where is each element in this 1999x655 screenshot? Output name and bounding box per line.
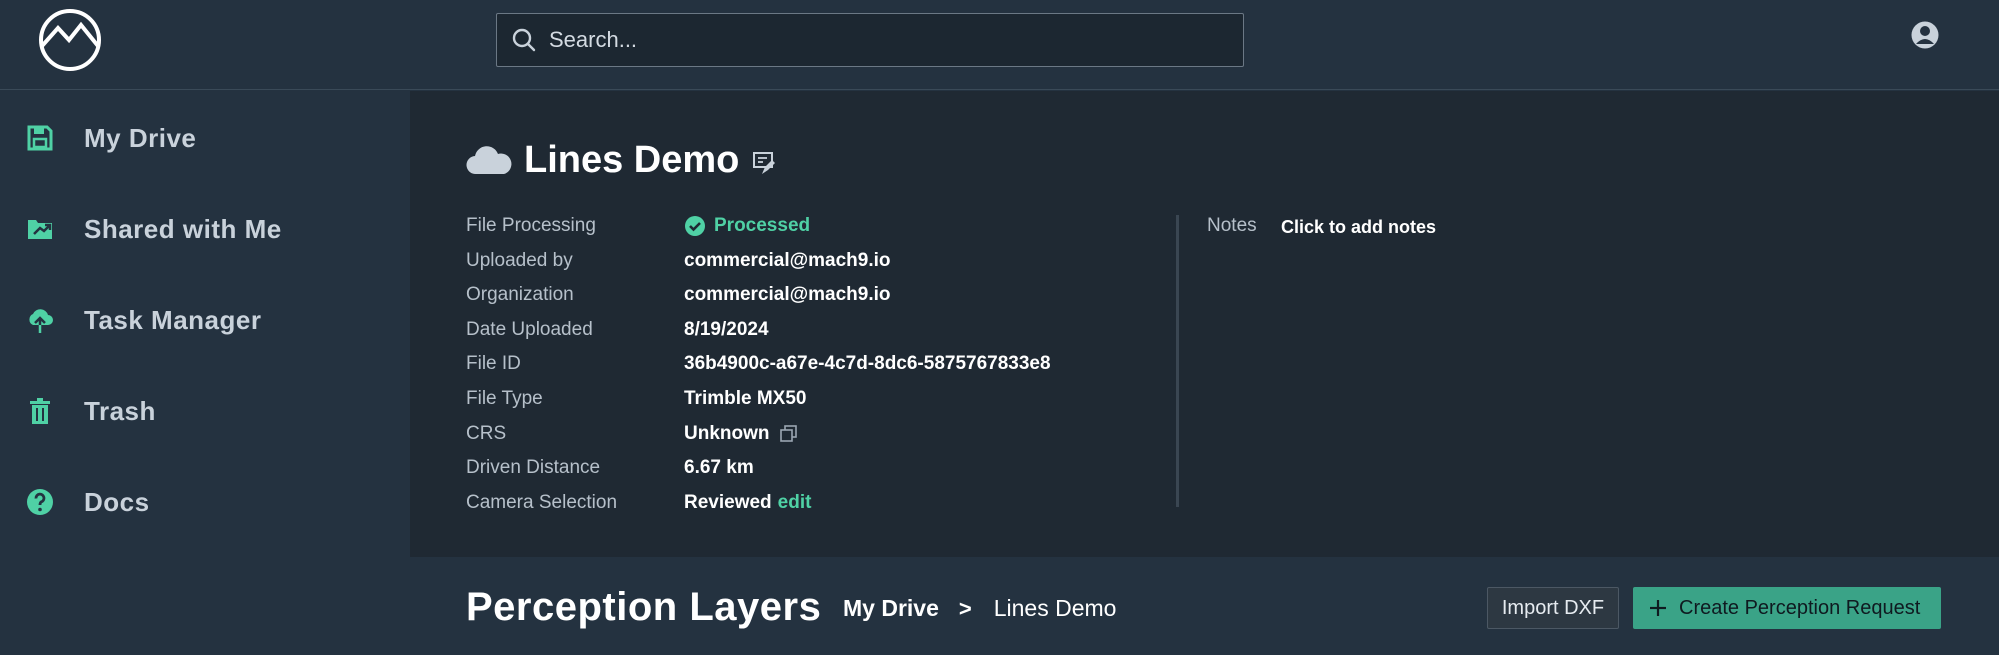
file-details-panel: Lines Demo File Processing Processed Upl…	[410, 91, 1999, 557]
prop-value: 6.67 km	[684, 457, 754, 479]
prop-label: Uploaded by	[466, 249, 573, 271]
prop-value: 8/19/2024	[684, 318, 769, 340]
prop-label: File Type	[466, 388, 543, 409]
prop-value: Reviewed	[684, 491, 772, 513]
details-divider	[1176, 215, 1179, 507]
prop-label: File ID	[466, 353, 521, 375]
prop-label: Driven Distance	[466, 457, 601, 479]
import-dxf-button[interactable]: Import DXF	[1487, 587, 1619, 629]
chevron-right-icon: >	[958, 595, 972, 621]
prop-label: File Processing	[466, 215, 596, 236]
plus-icon	[1650, 600, 1666, 616]
save-disk-icon	[27, 125, 53, 151]
sidebar-item-label: Trash	[84, 395, 156, 426]
prop-value: Trimble MX50	[684, 388, 807, 409]
sidebar: My Drive Shared with Me Task Manager Tra…	[0, 91, 410, 655]
check-circle-icon	[685, 216, 705, 236]
prop-label: Organization	[466, 284, 574, 306]
processing-status-text: Processed	[714, 215, 811, 236]
prop-label: Date Uploaded	[466, 318, 593, 340]
camera-selection-edit-link[interactable]: edit	[778, 492, 812, 514]
sidebar-item-my-drive[interactable]: My Drive	[0, 103, 410, 173]
sidebar-item-shared[interactable]: Shared with Me	[0, 194, 410, 264]
crs-value-wrap: Unknown	[684, 423, 797, 445]
top-bar	[0, 0, 1999, 90]
prop-value: commercial@mach9.io	[684, 284, 891, 306]
sidebar-item-docs[interactable]: Docs	[0, 467, 410, 537]
sidebar-item-label: My Drive	[84, 122, 197, 153]
file-title-row: Lines Demo	[466, 139, 777, 182]
create-perception-request-button[interactable]: Create Perception Request	[1633, 587, 1941, 629]
processing-status: Processed	[684, 215, 810, 237]
sidebar-item-label: Task Manager	[84, 304, 262, 335]
section-title: Perception Layers	[466, 585, 822, 629]
rename-icon[interactable]	[751, 150, 777, 176]
file-title: Lines Demo	[524, 139, 740, 181]
shared-folder-icon	[28, 220, 52, 239]
prop-value: 36b4900c-a67e-4c7d-8dc6-5875767833e8	[684, 353, 1051, 375]
sidebar-item-trash[interactable]: Trash	[0, 376, 410, 446]
sidebar-item-label: Shared with Me	[84, 213, 282, 244]
mountain-logo-icon[interactable]	[36, 6, 104, 72]
prop-label: Camera Selection	[466, 491, 618, 513]
breadcrumb-my-drive[interactable]: My Drive	[843, 595, 939, 622]
breadcrumb-current: Lines Demo	[993, 595, 1117, 621]
search-icon	[512, 28, 536, 52]
cloud-upload-icon	[29, 309, 53, 333]
notes-label: Notes	[1207, 215, 1257, 236]
search-bar	[496, 13, 1244, 67]
sidebar-item-label: Docs	[84, 486, 150, 517]
user-account-icon[interactable]	[1910, 20, 1940, 50]
create-perception-request-label: Create Perception Request	[1679, 596, 1921, 619]
help-circle-icon	[27, 489, 53, 515]
camera-selection-wrap: Reviewed edit	[684, 492, 811, 514]
copy-icon[interactable]	[779, 425, 797, 442]
cloud-icon	[466, 145, 512, 174]
breadcrumb: My Drive > Lines Demo	[843, 595, 1116, 622]
sidebar-item-task-manager[interactable]: Task Manager	[0, 285, 410, 355]
prop-value: Unknown	[684, 422, 770, 444]
trash-icon	[30, 398, 50, 424]
search-input[interactable]	[549, 27, 1229, 53]
prop-value: commercial@mach9.io	[684, 249, 891, 271]
prop-label: CRS	[466, 422, 507, 444]
perception-layers-header: Perception Layers My Drive > Lines Demo …	[410, 557, 1999, 655]
notes-field[interactable]: Click to add notes	[1281, 217, 1436, 238]
